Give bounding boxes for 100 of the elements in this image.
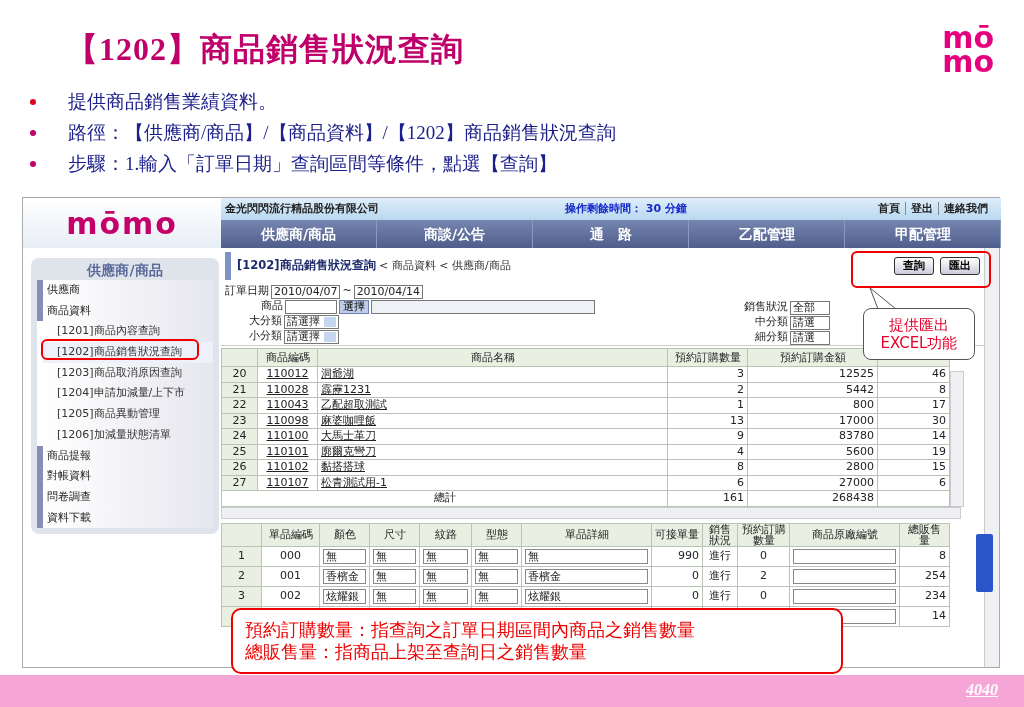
date-field[interactable]: 2010/04/07 (271, 284, 341, 299)
bullet-text: 路徑：【供應商/商品】/【商品資料】/【1202】商品銷售狀況查詢 (68, 122, 616, 143)
sidebar-item[interactable]: 對帳資料 (37, 466, 213, 487)
table-cell: 進行 (702, 586, 738, 606)
sidebar-item[interactable]: 資料下載 (37, 507, 213, 529)
input-field[interactable]: 無 (373, 568, 416, 584)
input-field[interactable]: 炫耀銀 (323, 588, 366, 604)
dropdown[interactable]: 請選擇 (284, 314, 339, 329)
table-cell: 14 (899, 606, 950, 626)
column-header: 預約訂購數量 (667, 348, 748, 367)
column-header: 尺寸 (369, 523, 420, 546)
input-field[interactable]: 無 (323, 548, 366, 564)
sidebar-item[interactable]: 商品資料 (37, 300, 213, 322)
product-name-link[interactable]: 大馬士革刀 (321, 429, 376, 443)
header-link[interactable]: 連絡我們 (938, 201, 993, 215)
table-cell: 30 (877, 413, 950, 429)
table-cell: 5442 (747, 382, 878, 398)
sidebar-item[interactable]: [1203]商品取消原因查詢 (37, 362, 213, 384)
product-name-link[interactable]: 黏搭搭球 (321, 460, 365, 474)
slide-title: 【1202】商品銷售狀況查詢 (66, 30, 464, 69)
table-cell: 17 (877, 397, 950, 413)
table-cell: 6 (877, 475, 950, 491)
input-field[interactable]: 無 (423, 568, 468, 584)
choose-button[interactable]: 選擇 (339, 299, 369, 314)
field-label: 銷售狀況 (744, 299, 788, 316)
logo: mō mo (942, 26, 994, 74)
table-cell: 13 (667, 413, 748, 429)
product-name-link[interactable]: 洞爺湖 (321, 367, 354, 381)
input-field[interactable]: 無 (423, 588, 468, 604)
product-name-link[interactable]: 麻婆咖哩飯 (321, 413, 376, 427)
table-cell: 002 (261, 586, 320, 606)
date-field[interactable]: 2010/04/14 (353, 284, 424, 299)
sidebar-item[interactable]: 商品提報 (37, 445, 213, 467)
table-cell: 83780 (747, 428, 878, 444)
note-text: 預約訂購數量：指查詢之訂單日期區間內商品之銷售數量 (245, 619, 696, 641)
table-cell: 0 (737, 586, 790, 606)
input-field[interactable]: 無 (475, 588, 518, 604)
field-label: 中分類 (755, 314, 788, 331)
dropdown[interactable]: 全部 (790, 300, 830, 315)
header-link[interactable]: 登出 (905, 201, 938, 215)
input-field[interactable]: 無 (475, 568, 518, 584)
sidebar-item[interactable]: [1206]加減量狀態清單 (37, 424, 213, 446)
input-field[interactable]: 香檳金 (323, 568, 366, 584)
input-field[interactable]: 無 (525, 548, 648, 564)
range-separator: ~ (342, 283, 352, 300)
table-cell: 0 (651, 586, 703, 606)
breadcrumb: < 商品資料 < 供應商/商品 (378, 259, 511, 273)
input-field[interactable]: 炫耀銀 (525, 588, 648, 604)
table-cell: 27000 (747, 475, 878, 491)
product-name-link[interactable]: 乙配超取測試 (321, 398, 387, 412)
table-cell: 9 (667, 428, 748, 444)
column-header: 商品原廠編號 (789, 523, 900, 546)
action-button[interactable]: 查詢 (894, 257, 934, 275)
action-button[interactable]: 匯出 (940, 257, 980, 275)
sidebar-item[interactable]: [1204]申請加減量/上下市 (37, 383, 213, 405)
table-cell: 990 (651, 546, 703, 566)
product-name-link[interactable]: 霹靂1231 (321, 382, 371, 396)
dropdown[interactable]: 請選 (790, 330, 830, 345)
nav-tab[interactable]: 乙配管理 (689, 220, 845, 248)
input-field[interactable]: 無 (373, 548, 416, 564)
nav-tab[interactable]: 商談/公告 (377, 220, 533, 248)
field-label: 細分類 (755, 329, 788, 346)
field-label: 商品 (261, 298, 283, 315)
table-cell: 14 (877, 428, 950, 444)
field-label: 大分類 (249, 313, 282, 330)
product-name-link[interactable]: 松青測試用-1 (321, 475, 387, 489)
toolbar-widget-icon (976, 534, 993, 592)
table-cell: 1 (667, 397, 748, 413)
total-label: 總計 (221, 490, 668, 506)
header-link[interactable]: 首頁 (873, 201, 905, 215)
product-field[interactable] (285, 299, 337, 314)
sidebar-title: 供應商/商品 (86, 261, 164, 280)
row-number: 3 (221, 586, 262, 606)
table-cell: 268438 (747, 490, 878, 506)
sidebar-item[interactable]: 供應商 (37, 280, 213, 301)
input-field[interactable]: 無 (373, 588, 416, 604)
row-number: 2 (221, 566, 262, 586)
table-cell: 6 (667, 475, 748, 491)
page-title: [1202]商品銷售狀況查詢 (237, 258, 376, 273)
row-number: 1 (221, 546, 262, 566)
column-header: 單品編碼 (261, 523, 320, 546)
input-field[interactable]: 香檳金 (525, 568, 648, 584)
sidebar-item[interactable]: [1205]商品異動管理 (37, 404, 213, 425)
sidebar-item[interactable]: [1201]商品內容查詢 (37, 321, 213, 343)
sidebar-item[interactable]: [1202]商品銷售狀況查詢 (37, 342, 213, 363)
table-cell: 0 (651, 566, 703, 586)
table-cell: 001 (261, 566, 320, 586)
dropdown[interactable]: 請選擇 (284, 329, 339, 344)
table-cell: 161 (667, 490, 748, 506)
bullet-text: 提供商品銷售業績資料。 (68, 91, 277, 112)
dropdown[interactable]: 請選 (790, 315, 830, 330)
table-cell: 15 (877, 459, 950, 475)
column-header: 單品詳細 (521, 523, 652, 546)
callout-text: EXCEL功能 (879, 334, 959, 352)
product-name-link[interactable]: 廓爾克彎刀 (321, 444, 376, 458)
input-field[interactable]: 無 (475, 548, 518, 564)
nav-tab[interactable]: 供應商/商品 (221, 220, 377, 248)
input-field[interactable]: 無 (423, 548, 468, 564)
nav-tab[interactable]: 通 路 (533, 220, 689, 248)
sidebar-item[interactable]: 問卷調查 (37, 486, 213, 508)
